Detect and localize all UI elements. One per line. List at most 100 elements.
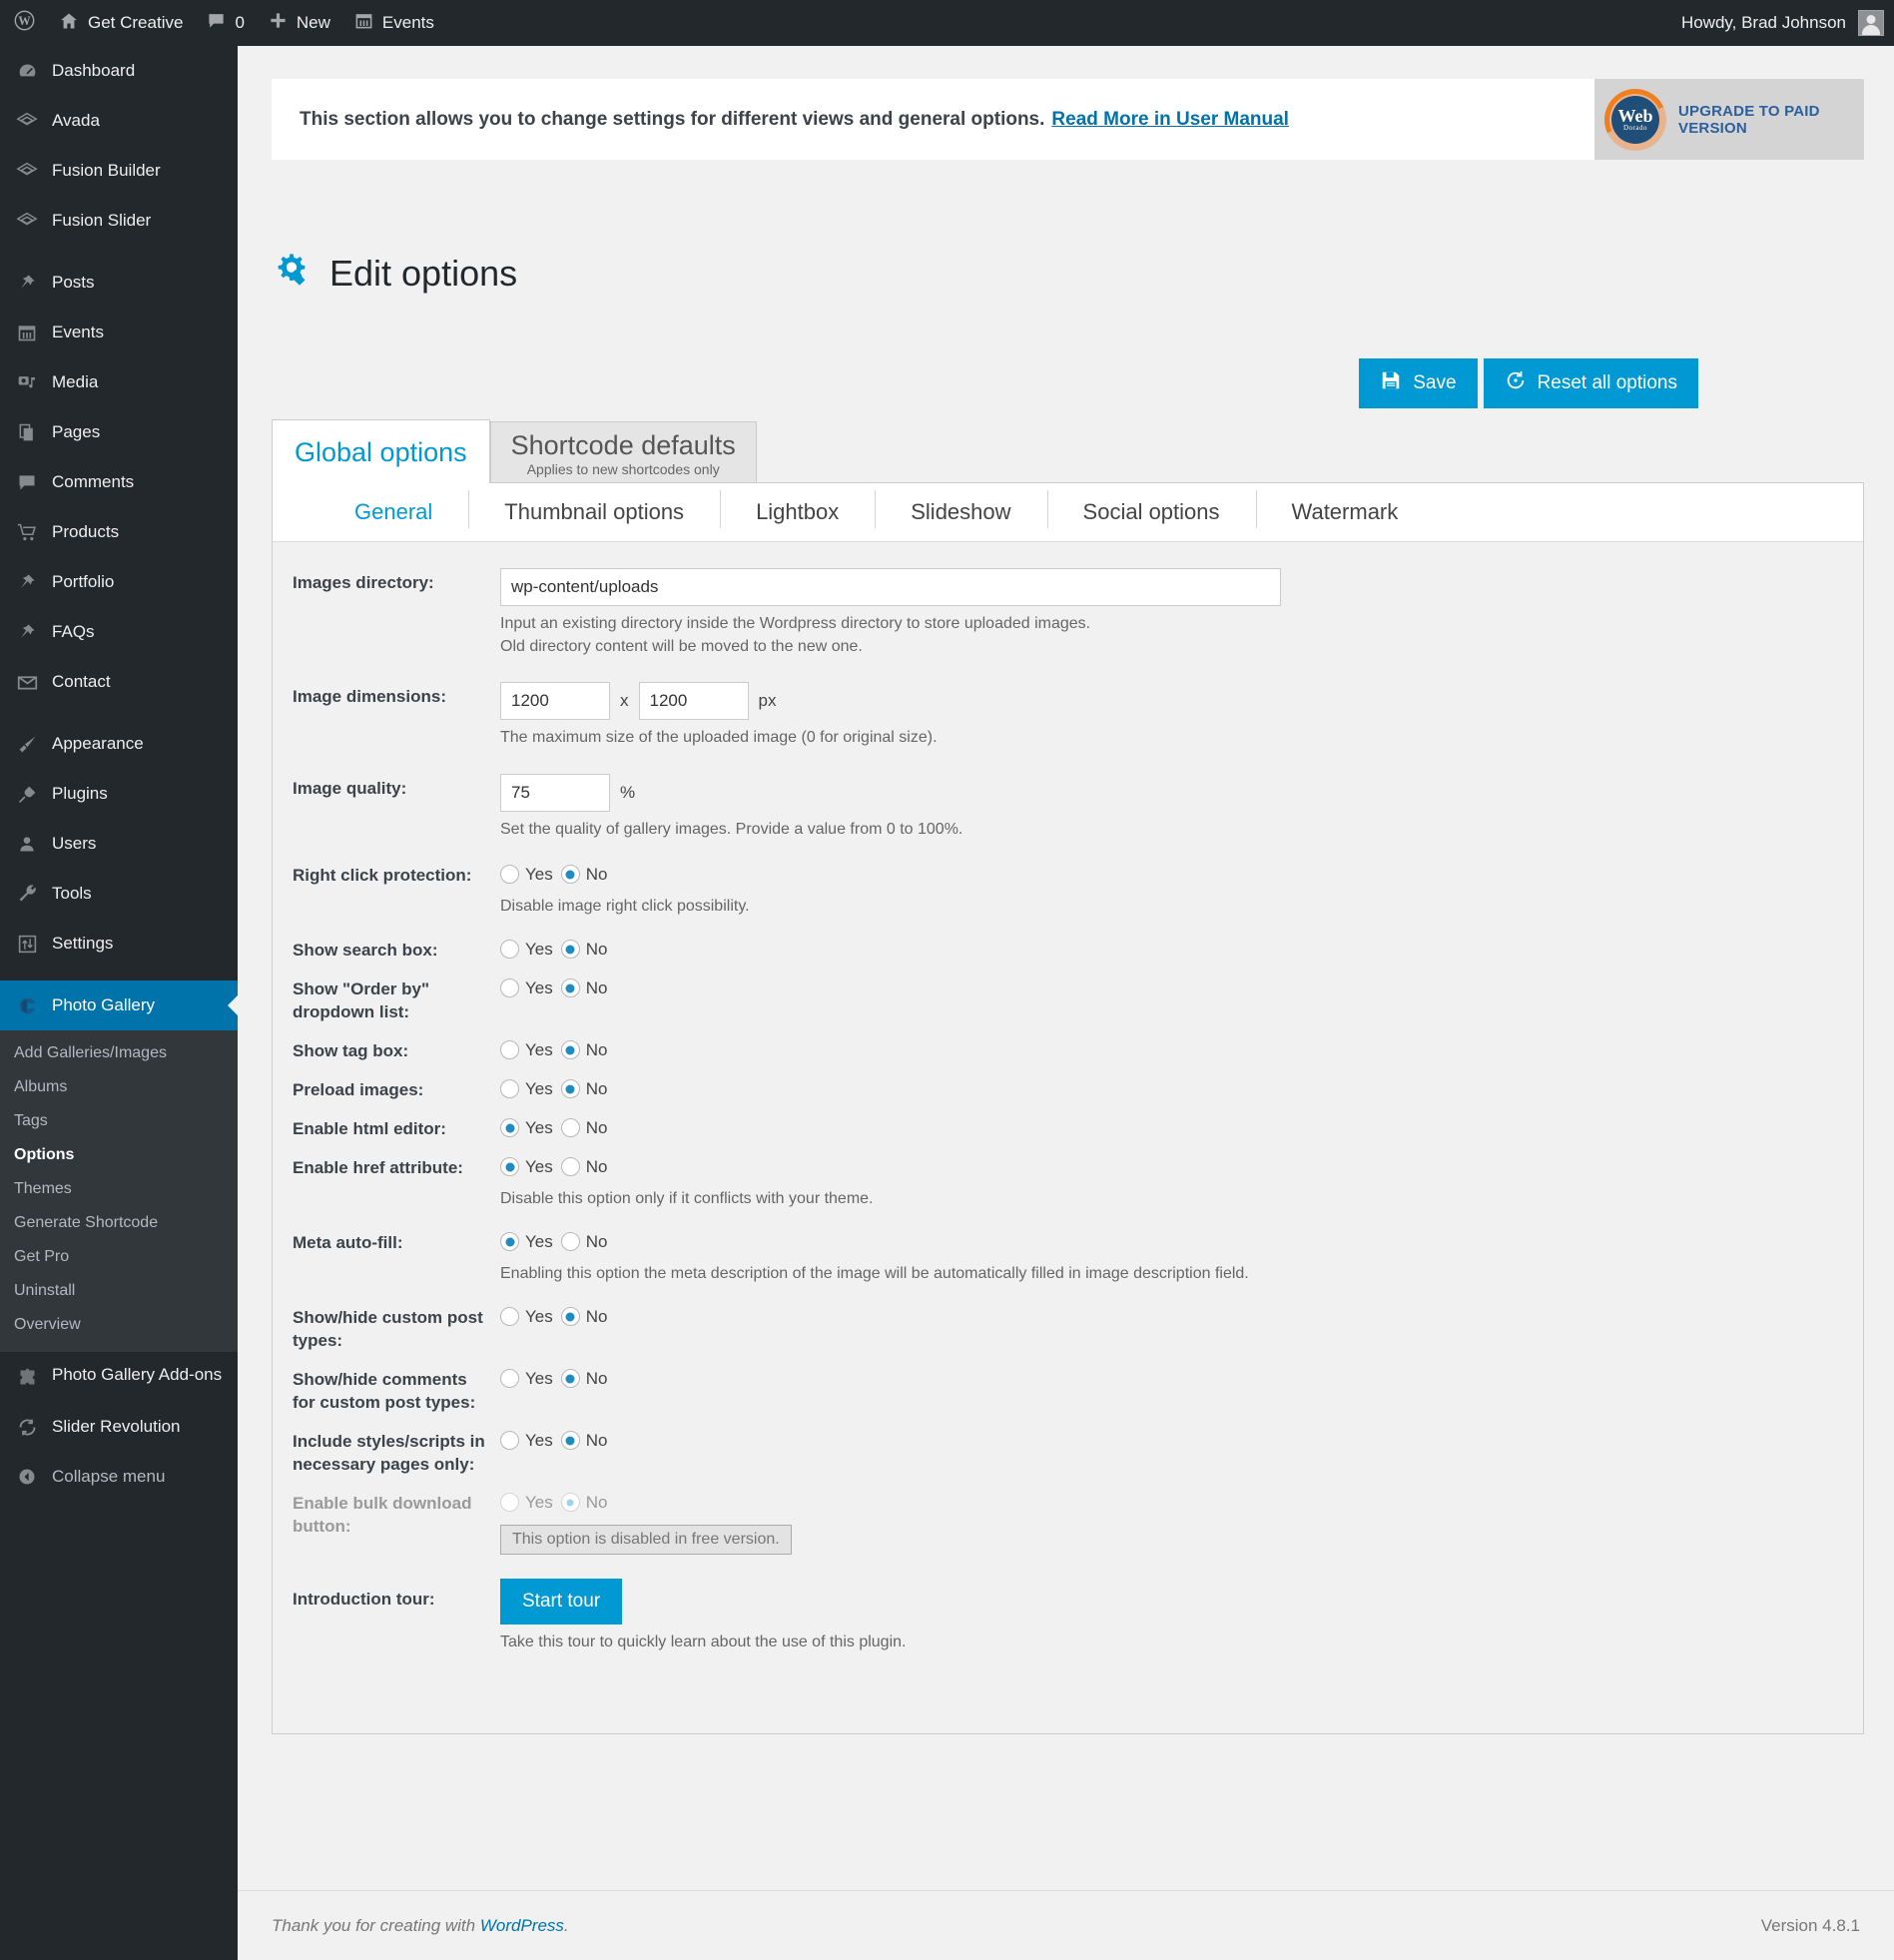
sidebar-item-products[interactable]: Products bbox=[0, 507, 238, 557]
sidebar-item-users[interactable]: Users bbox=[0, 819, 238, 869]
radio-enable-html-editor-no[interactable]: No bbox=[561, 1118, 608, 1138]
radio-enable-href-attribute-no[interactable]: No bbox=[561, 1157, 608, 1177]
start-tour-button[interactable]: Start tour bbox=[500, 1579, 622, 1625]
tab-shortcode-defaults[interactable]: Shortcode defaults Applies to new shortc… bbox=[490, 421, 757, 483]
sidebar-item-generate-shortcode[interactable]: Generate Shortcode bbox=[0, 1206, 238, 1240]
sidebar-item-overview[interactable]: Overview bbox=[0, 1308, 238, 1342]
sidebar-item-dashboard[interactable]: Dashboard bbox=[0, 46, 238, 96]
sidebar-item-label: Portfolio bbox=[52, 571, 114, 592]
field-description: Disable image right click possibility. bbox=[500, 895, 1863, 918]
radio-show-order-by-dropdown-list-no[interactable]: No bbox=[561, 979, 608, 998]
disabled-option-note: This option is disabled in free version. bbox=[500, 1525, 792, 1555]
tab-slideshow[interactable]: Slideshow bbox=[875, 499, 1046, 525]
sidebar-item-label: Avada bbox=[52, 110, 100, 131]
sidebar-item-appearance[interactable]: Appearance bbox=[0, 719, 238, 769]
sidebar-item-contact[interactable]: Contact bbox=[0, 657, 238, 707]
collapse-menu-button[interactable]: Collapse menu bbox=[0, 1452, 238, 1502]
footer-thanks-prefix: Thank you for creating with bbox=[272, 1916, 480, 1935]
images-directory-input[interactable] bbox=[500, 568, 1281, 606]
sidebar-item-faqs[interactable]: FAQs bbox=[0, 607, 238, 657]
collapse-icon bbox=[14, 1464, 40, 1490]
sidebar-item-avada[interactable]: Avada bbox=[0, 96, 238, 146]
tab-global-options[interactable]: Global options bbox=[272, 419, 490, 483]
sidebar-item-label: Events bbox=[52, 322, 104, 342]
sidebar-item-media[interactable]: Media bbox=[0, 357, 238, 407]
radio-preload-images-yes[interactable]: Yes bbox=[500, 1079, 553, 1099]
sidebar-item-events[interactable]: Events bbox=[0, 308, 238, 357]
sidebar-item-plugins[interactable]: Plugins bbox=[0, 769, 238, 819]
radio-show-order-by-dropdown-list-yes[interactable]: Yes bbox=[500, 979, 553, 998]
read-more-link[interactable]: Read More in User Manual bbox=[1051, 109, 1289, 131]
radio-enable-href-attribute-yes[interactable]: Yes bbox=[500, 1157, 553, 1177]
account-menu[interactable]: Howdy, Brad Johnson bbox=[1669, 0, 1894, 46]
radio-meta-auto-fill-no[interactable]: No bbox=[561, 1232, 608, 1252]
sidebar-item-pages[interactable]: Pages bbox=[0, 407, 238, 457]
image-quality-input[interactable] bbox=[500, 774, 610, 812]
sidebar-item-settings[interactable]: Settings bbox=[0, 919, 238, 969]
sidebar-item-get-pro[interactable]: Get Pro bbox=[0, 1240, 238, 1274]
radio-button-icon bbox=[561, 1369, 580, 1388]
sidebar-item-themes[interactable]: Themes bbox=[0, 1172, 238, 1206]
radio-show-tag-box-yes[interactable]: Yes bbox=[500, 1040, 553, 1060]
sidebar-item-posts[interactable]: Posts bbox=[0, 258, 238, 308]
sidebar-item-fusion-slider[interactable]: Fusion Slider bbox=[0, 196, 238, 246]
fusion-slider-icon bbox=[14, 208, 40, 234]
site-name-link[interactable]: Get Creative bbox=[47, 0, 195, 46]
sidebar-item-options[interactable]: Options bbox=[0, 1138, 238, 1172]
field-image-quality: Image quality: % Set the quality of gall… bbox=[273, 772, 1863, 841]
sidebar-item-photo-gallery-add-ons[interactable]: Photo Gallery Add-ons bbox=[0, 1352, 238, 1402]
sidebar-item-add-galleries-images[interactable]: Add Galleries/Images bbox=[0, 1036, 238, 1070]
tab-general[interactable]: General bbox=[318, 499, 468, 525]
action-buttons: Save Reset all options bbox=[1274, 358, 1698, 408]
reset-circle-icon bbox=[1505, 369, 1527, 397]
wordpress-logo-link[interactable]: W bbox=[0, 0, 47, 46]
upgrade-banner[interactable]: Web Dorado UPGRADE TO PAID VERSION bbox=[1594, 79, 1864, 160]
radio-show-hide-custom-post-types-yes[interactable]: Yes bbox=[500, 1307, 553, 1327]
radio-include-styles-scripts-in-necessary-pages-only-no[interactable]: No bbox=[561, 1431, 608, 1451]
comments-link[interactable]: 0 bbox=[195, 0, 256, 46]
info-notice: This section allows you to change settin… bbox=[272, 79, 1594, 160]
radio-enable-html-editor-yes[interactable]: Yes bbox=[500, 1118, 553, 1138]
radio-label: No bbox=[586, 1493, 608, 1513]
sidebar-item-comments[interactable]: Comments bbox=[0, 457, 238, 507]
radio-include-styles-scripts-in-necessary-pages-only-yes[interactable]: Yes bbox=[500, 1431, 553, 1451]
radio-preload-images-no[interactable]: No bbox=[561, 1079, 608, 1099]
radio-show-tag-box-no[interactable]: No bbox=[561, 1040, 608, 1060]
radio-show-hide-custom-post-types-no[interactable]: No bbox=[561, 1307, 608, 1327]
save-button[interactable]: Save bbox=[1359, 358, 1477, 408]
field-description: Enabling this option the meta descriptio… bbox=[500, 1262, 1863, 1285]
reset-all-options-button[interactable]: Reset all options bbox=[1484, 358, 1698, 408]
radio-group: Yes No bbox=[500, 861, 1863, 889]
radio-label: Yes bbox=[525, 1157, 553, 1177]
radio-show-search-box-yes[interactable]: Yes bbox=[500, 940, 553, 960]
sidebar-item-fusion-builder[interactable]: Fusion Builder bbox=[0, 146, 238, 196]
sidebar-item-photo-gallery[interactable]: Photo Gallery bbox=[0, 980, 238, 1030]
events-link[interactable]: Events bbox=[342, 0, 446, 46]
sidebar-item-albums[interactable]: Albums bbox=[0, 1070, 238, 1104]
collapse-menu-label: Collapse menu bbox=[52, 1466, 165, 1487]
sidebar-item-tools[interactable]: Tools bbox=[0, 869, 238, 919]
tab-watermark[interactable]: Watermark bbox=[1256, 499, 1435, 525]
radio-show-hide-comments-for-custom-post-types-no[interactable]: No bbox=[561, 1369, 608, 1389]
tab-thumbnail-options[interactable]: Thumbnail options bbox=[468, 499, 720, 525]
sidebar-item-tags[interactable]: Tags bbox=[0, 1104, 238, 1138]
sidebar-item-slider-revolution[interactable]: Slider Revolution bbox=[0, 1402, 238, 1452]
wordpress-link[interactable]: WordPress bbox=[480, 1916, 564, 1935]
sidebar-item-uninstall[interactable]: Uninstall bbox=[0, 1274, 238, 1308]
radio-right-click-protection-no[interactable]: No bbox=[561, 865, 608, 885]
image-width-input[interactable] bbox=[500, 682, 610, 720]
radio-button-icon bbox=[561, 1232, 580, 1251]
new-content-link[interactable]: New bbox=[257, 0, 342, 46]
image-height-input[interactable] bbox=[639, 682, 749, 720]
sidebar-item-portfolio[interactable]: Portfolio bbox=[0, 557, 238, 607]
radio-label: Yes bbox=[525, 1307, 553, 1327]
radio-right-click-protection-yes[interactable]: Yes bbox=[500, 865, 553, 885]
radio-show-search-box-no[interactable]: No bbox=[561, 940, 608, 960]
radio-show-hide-comments-for-custom-post-types-yes[interactable]: Yes bbox=[500, 1369, 553, 1389]
radio-button-icon bbox=[500, 865, 519, 884]
radio-meta-auto-fill-yes[interactable]: Yes bbox=[500, 1232, 553, 1252]
tab-social-options[interactable]: Social options bbox=[1047, 499, 1256, 525]
radio-button-icon bbox=[500, 1118, 519, 1137]
field-control: Yes No bbox=[500, 934, 1863, 969]
tab-lightbox[interactable]: Lightbox bbox=[720, 499, 875, 525]
